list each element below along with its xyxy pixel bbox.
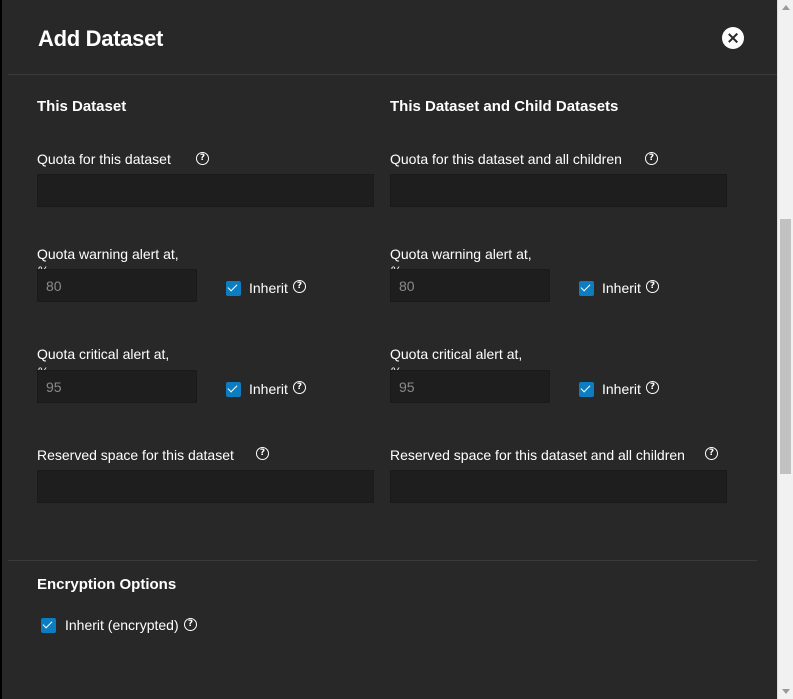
help-icon[interactable]: ? [646,381,659,394]
quota-critical-label: Quota critical alert at, [37,346,170,362]
dialog-title: Add Dataset [38,26,164,51]
children-quota-critical-inherit-label: Inherit [602,381,641,397]
app-window: Add Dataset This Dataset Quota for this … [0,0,793,699]
reserved-space-input[interactable] [37,470,374,503]
encryption-heading: Encryption Options [37,576,177,593]
quota-warning-inherit-checkbox[interactable] [226,281,241,296]
help-icon[interactable]: ? [705,447,718,460]
help-icon[interactable]: ? [256,447,269,460]
quota-critical-input[interactable] [37,370,197,403]
quota-input[interactable] [37,174,374,207]
quota-warning-label: Quota warning alert at, [37,246,179,262]
children-reserved-space-label: Reserved space for this dataset and all … [390,447,685,463]
children-reserved-space-input[interactable] [390,470,727,503]
scroll-down-icon[interactable] [782,689,790,694]
encryption-inherit-label: Inherit (encrypted) [65,617,179,633]
help-icon[interactable]: ? [293,280,306,293]
quota-critical-inherit-label: Inherit [249,381,288,397]
children-quota-label: Quota for this dataset and all children [390,151,622,167]
help-icon[interactable]: ? [293,381,306,394]
child-datasets-heading: This Dataset and Child Datasets [390,98,619,115]
this-dataset-heading: This Dataset [37,98,127,115]
header-divider [8,74,777,75]
children-quota-input[interactable] [390,174,727,207]
help-icon[interactable]: ? [184,618,197,631]
quota-label: Quota for this dataset [37,151,171,167]
add-dataset-dialog: Add Dataset This Dataset Quota for this … [2,0,777,699]
scrollbar-thumb[interactable] [780,219,791,474]
reserved-space-label: Reserved space for this dataset [37,447,234,463]
close-icon[interactable] [722,27,744,49]
children-quota-warning-label: Quota warning alert at, [390,246,532,262]
help-icon[interactable]: ? [645,152,658,165]
vertical-scrollbar[interactable] [777,0,793,699]
children-quota-warning-inherit-checkbox[interactable] [579,281,594,296]
children-quota-warning-inherit-label: Inherit [602,280,641,296]
quota-warning-inherit-label: Inherit [249,280,288,296]
children-quota-warning-input[interactable] [390,269,550,302]
help-icon[interactable]: ? [646,280,659,293]
children-quota-critical-inherit-checkbox[interactable] [579,382,594,397]
help-icon[interactable]: ? [196,152,209,165]
children-quota-critical-input[interactable] [390,370,550,403]
children-quota-critical-label: Quota critical alert at, [390,346,523,362]
scroll-up-icon[interactable] [782,5,790,10]
quota-warning-input[interactable] [37,269,197,302]
encryption-divider [8,560,757,561]
quota-critical-inherit-checkbox[interactable] [226,382,241,397]
encryption-inherit-checkbox[interactable] [41,618,56,633]
